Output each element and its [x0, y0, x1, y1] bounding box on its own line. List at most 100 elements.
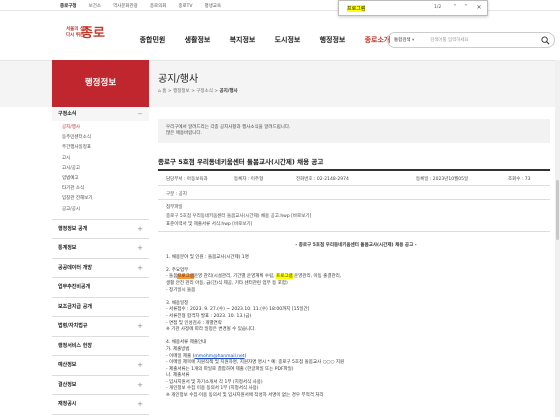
breadcrumb: ⌂ 홈 > 행정정보 > 구정소식 > 공지/행사: [158, 89, 238, 94]
utility-link[interactable]: 종로TV: [178, 3, 192, 9]
attachment-file[interactable]: 표준이력서 및 제출서류 서식.hwp [바로보기]: [166, 221, 252, 227]
breadcrumb-item[interactable]: 행정정보: [173, 89, 190, 94]
breadcrumb-item[interactable]: 홈: [162, 89, 166, 94]
find-prev-icon[interactable]: ˄: [451, 4, 459, 12]
text-segment: 4. 채용서류 제출안내: [166, 340, 207, 346]
post-meta-table: 담당부서 : 아동보육과 등록자 : 이주형 전화번호 : 02-2148-29…: [158, 169, 550, 232]
sidebar-item-label: 행정서비스 헌장: [58, 342, 92, 349]
email-link[interactable]: mmohm@hanmail.net: [194, 354, 244, 359]
text-segment: - 정기일시 돌봄: [166, 287, 196, 293]
post-body-line: - 서류접수 : 2023. 9. 27.(수) ~ 2023.10. 11.(…: [166, 307, 546, 314]
find-close-icon[interactable]: ✕: [475, 4, 483, 12]
gnb-item-city[interactable]: 도시정보: [265, 35, 310, 45]
sidebar-item[interactable]: 재정공시 +: [52, 395, 149, 415]
post-body-line: ※ 기관 사정에 따라 일정은 변경될 수 있습니다.: [166, 327, 546, 334]
scrollbar-thumb[interactable]: [556, 180, 559, 240]
breadcrumb-item[interactable]: 구정소식: [196, 89, 213, 94]
find-match-count: 1/2: [434, 5, 442, 10]
utility-link[interactable]: 역사문화관광: [113, 3, 138, 9]
logo-text: 종로: [81, 26, 105, 41]
text-segment: 3. 채용일정: [166, 300, 189, 306]
sidebar-subitem[interactable]: 타기관 소식: [62, 184, 149, 194]
sidebar-subitem[interactable]: 입찰관 전해보기: [62, 194, 149, 204]
find-highlight: 프로그램: [177, 274, 194, 280]
sidebar-title: 행정정보: [52, 60, 149, 107]
text-segment: ※ 개인정보 수집·이용 동의서 및 입사지원서에 작성자 서명이 없는 경우 …: [166, 393, 324, 399]
sidebar-subitem-notice[interactable]: 공지/행사: [62, 123, 149, 133]
sidebar-subitem[interactable]: 공고/공시: [62, 205, 149, 215]
sidebar: 구정소식 − 공지/행사 동주민센터소식 주간행사일정표 고시 고시/공고 입법…: [52, 107, 149, 415]
utility-link[interactable]: 종로의회: [150, 3, 167, 9]
post-body-line: 4. 채용서류 제출안내: [166, 340, 546, 347]
collapse-icon[interactable]: −: [137, 107, 143, 121]
sidebar-item[interactable]: 결산정보 +: [52, 376, 149, 396]
post-body-line: - 서류전형 합격자 발표 : 2023. 10. 13.(금): [166, 314, 546, 321]
plus-icon: +: [137, 244, 143, 253]
search-input[interactable]: 검색어를 입력하세요: [430, 37, 469, 43]
post-category: 구분 : 공지: [166, 192, 187, 197]
text-segment: - 서류접수 : 2023. 9. 27.(수) ~ 2023.10. 11.(…: [166, 307, 310, 313]
search-icon[interactable]: [541, 36, 550, 45]
post-body-line: ※ 개인정보 수집·이용 동의서 및 입사지원서에 작성자 서명이 없는 경우 …: [166, 393, 546, 400]
home-icon[interactable]: ⌂: [158, 89, 161, 94]
sidebar-subitem[interactable]: 입법예고: [62, 174, 149, 184]
sidebar-item[interactable]: 행정정보 공개 +: [52, 220, 149, 240]
text-segment: - 이메일 제목에 지원직책 및 지원자명, 지원자명 명시 * 예: 종로구 …: [166, 360, 345, 366]
gnb-item-admin[interactable]: 행정정보: [310, 35, 355, 45]
gnb-item-welfare[interactable]: 복지정보: [220, 35, 265, 45]
page-scrollbar[interactable]: [555, 60, 560, 417]
text-segment: ※ 기관 사정에 따라 일정은 변경될 수 있습니다.: [166, 327, 256, 333]
site-header: 서울의 심장 다시 뛰는 종로 종합민원 생활정보 복지정보 도시정보 행정정보…: [0, 12, 560, 60]
sidebar-subitem[interactable]: 고시/공고: [62, 164, 149, 174]
find-query-input[interactable]: 프로그램: [347, 5, 366, 12]
sidebar-item-label: 재정공시: [58, 401, 77, 408]
sidebar-item[interactable]: 공공데이터 개방 +: [52, 259, 149, 279]
post-body-line: - 이메일 제목에 지원직책 및 지원자명, 지원자명 명시 * 예: 종로구 …: [166, 360, 546, 367]
sidebar-item[interactable]: 업무추진비공개: [52, 278, 149, 298]
sidebar-item-label: 결산정보: [58, 381, 77, 388]
post-body-line: - 돌봄프로그램운영 관리(시설관리, 기간별 운영계획 수립, 프로그램 운영…: [166, 274, 546, 281]
text-segment: - 개인정보 수집 이용 동의서 1부 (지정서식 사용): [166, 386, 259, 392]
sidebar-item[interactable]: 보조금지급 공개: [52, 298, 149, 318]
post-body: - 종로구 5호점 우리동네키움센터 돌봄교사(시간제) 채용 공고 - 1. …: [166, 243, 546, 400]
post-body-line: 1. 채용분야 및 인원 : 돌봄교사(시간제) 1명: [166, 255, 546, 262]
find-next-icon[interactable]: ˅: [462, 4, 470, 12]
gnb-item-civil[interactable]: 종합민원: [130, 35, 175, 45]
post-body-line: 가. 제출방법: [166, 347, 546, 354]
utility-link[interactable]: 평생교육: [205, 3, 222, 9]
text-segment: 나. 제출서류: [166, 373, 190, 379]
post-body-line: 생활 안전 관리 아동, 급(간)식 제공, 기타 센터관련 업무 등 포함): [166, 281, 546, 288]
post-body-line: [166, 334, 546, 341]
text-segment: 1. 채용분야 및 인원 : 돌봄교사(시간제) 1명: [166, 254, 249, 260]
utility-links: 종로구청 보건소 역사문화관광 종로의회 종로TV 평생교육: [60, 3, 221, 9]
utility-link-home[interactable]: 종로구청: [60, 3, 77, 9]
sidebar-item[interactable]: 행정서비스 헌장: [52, 337, 149, 357]
post-phone: 전화번호 : 02-2148-2974: [296, 177, 349, 182]
sidebar-item-label: 공공데이터 개방: [58, 264, 92, 271]
post-author: 등록자 : 이주형: [234, 177, 264, 182]
sidebar-item-label: 업무추진비공개: [58, 284, 91, 291]
post-views: 조회수 : 73: [508, 177, 531, 182]
post-body-line: - 제출서류는 1개의 파일로 결합하여 제출 (한글파일 또는 PDF파일): [166, 367, 546, 374]
plus-icon: +: [137, 380, 143, 389]
search-scope-value: 통합검색: [394, 38, 411, 43]
text-segment: 운영 관리(시설관리, 기간별 운영계획 수립,: [193, 274, 277, 280]
sidebar-item-label: 행정정보 공개: [58, 225, 88, 232]
sidebar-submenu: 공지/행사 동주민센터소식 주간행사일정표 고시 고시/공고 입법예고 타기관 …: [52, 121, 149, 219]
sidebar-subitem[interactable]: 고시: [62, 154, 149, 164]
utility-link[interactable]: 보건소: [89, 3, 101, 9]
sidebar-item-label: 법령/자치법규: [58, 323, 88, 330]
site-logo[interactable]: 서울의 심장 다시 뛰는 종로: [66, 24, 106, 50]
sidebar-item[interactable]: 통계정보 +: [52, 239, 149, 259]
sidebar-item[interactable]: 법령/자치법규 +: [52, 317, 149, 337]
sidebar-item-label: 예산정보: [58, 362, 77, 369]
sidebar-item[interactable]: 예산정보 +: [52, 356, 149, 376]
sidebar-subitem[interactable]: 동주민센터소식: [62, 133, 149, 143]
attachment-file[interactable]: 종로구 5호점 우리동네키움센터 돌봄교사(시간제) 채용 공고.hwp [바로…: [166, 213, 311, 219]
search-scope-select[interactable]: 통합검색 ▾: [394, 37, 414, 43]
sidebar-subitem[interactable]: 주간행사일정표: [62, 143, 149, 153]
gnb-item-life[interactable]: 생활정보: [175, 35, 220, 45]
post-date: 등록일 : 2023년10월05일: [416, 177, 469, 182]
sidebar-group-header[interactable]: 구정소식 −: [52, 107, 149, 121]
post-title: 종로구 5호점 우리동네키움센터 돌봄교사(시간제) 채용 공고: [158, 158, 324, 166]
